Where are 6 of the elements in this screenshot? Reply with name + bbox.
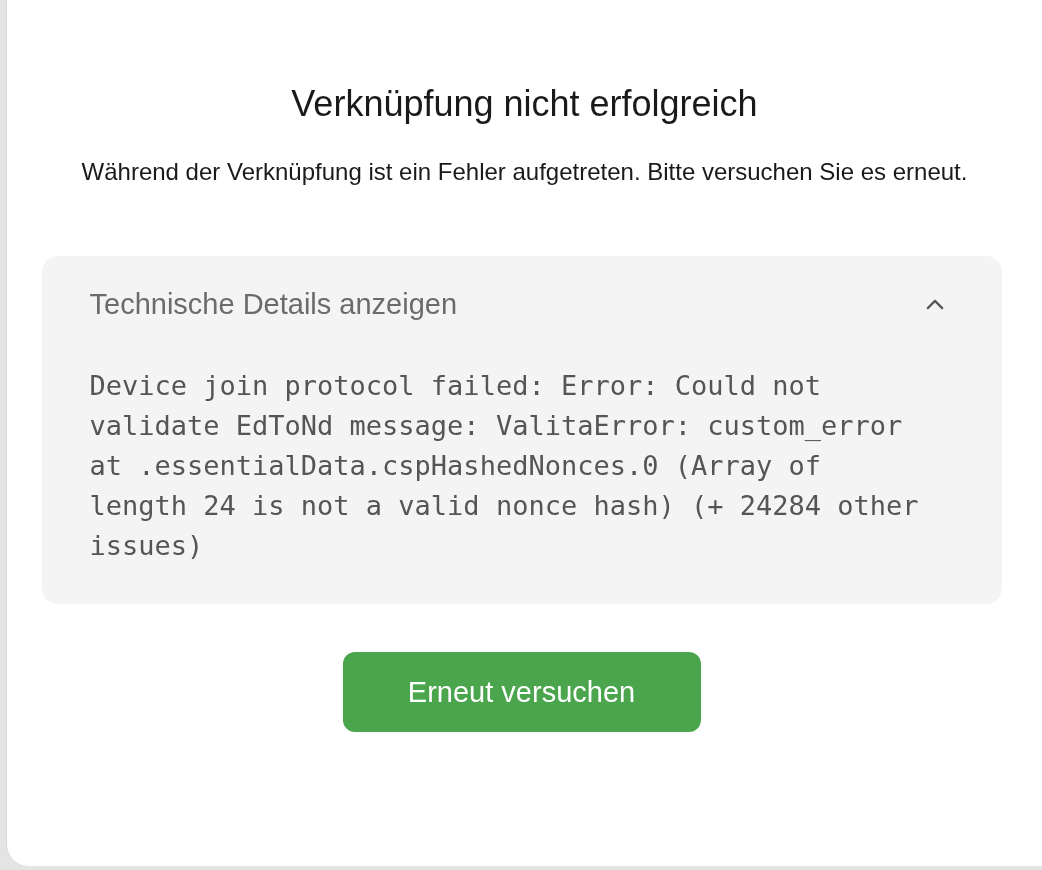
error-details-text: Device join protocol failed: Error: Could not validate EdToNd message: ValitaError: custom_error at .essentialData.cspHashedNonces.0 (Array of length 24 is not a valid nonce hash) (+ 24284 other issues) [89,369,920,563]
dialog-title: Verknüpfung nicht erfolgreich [291,82,758,126]
details-toggle[interactable]: Technische Details anzeigen [89,284,458,324]
retry-button[interactable]: Erneut versuchen [342,652,701,732]
chevron-up-icon[interactable] [925,298,944,310]
error-message: Während der Verknüpfung ist ein Fehler aufgetreten. Bitte versuchen Sie es erneut. [80,157,969,187]
